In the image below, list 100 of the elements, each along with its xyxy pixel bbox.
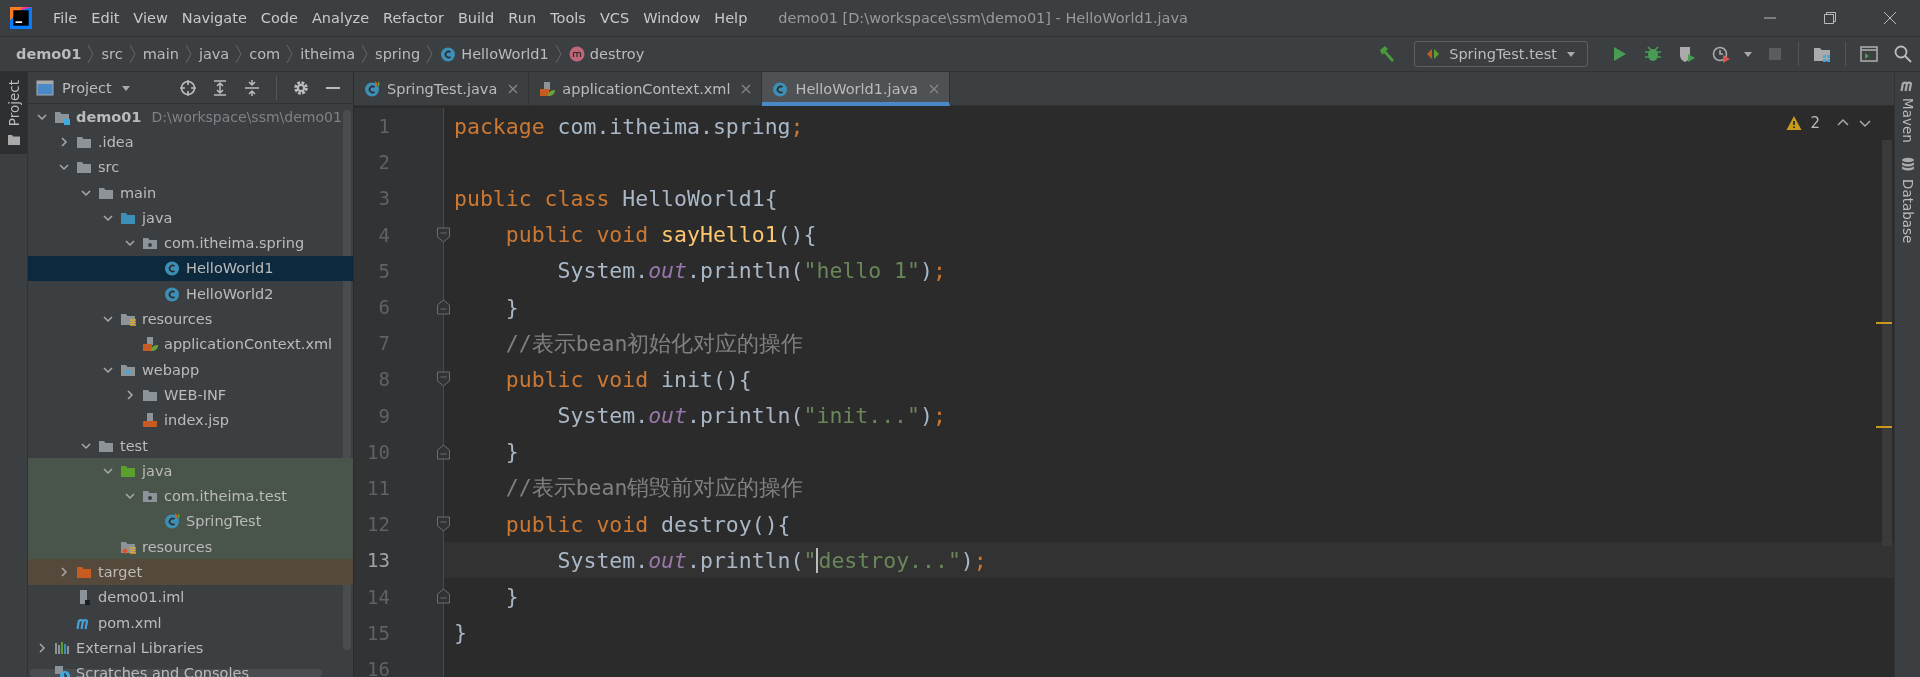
fold-icon[interactable]: [436, 226, 451, 243]
tree-item[interactable]: java: [28, 458, 353, 484]
tree-item[interactable]: .idea: [28, 129, 353, 155]
class-icon: [772, 81, 789, 97]
breadcrumb[interactable]: HelloWorld1: [436, 41, 553, 67]
class-icon: [364, 81, 380, 97]
tool-window-tab[interactable]: Database: [1899, 156, 1916, 244]
tree-item[interactable]: HelloWorld2: [28, 281, 353, 307]
tool-window-tab[interactable]: Project: [0, 72, 27, 155]
tree-item[interactable]: resources: [28, 534, 353, 560]
menu-item[interactable]: File: [46, 4, 85, 32]
tree-item[interactable]: target: [28, 559, 353, 585]
tree-item[interactable]: resources: [28, 306, 353, 332]
menu-item[interactable]: Window: [636, 4, 708, 32]
menu-item[interactable]: Build: [450, 4, 502, 32]
warning-icon[interactable]: [1786, 115, 1803, 131]
breadcrumb[interactable]: java: [194, 41, 234, 67]
menu-item[interactable]: View: [126, 4, 175, 32]
breadcrumb[interactable]: itheima: [296, 41, 360, 67]
code-line: }: [504, 294, 519, 320]
tree-item[interactable]: applicationContext.xml: [28, 331, 353, 357]
close-icon[interactable]: [508, 84, 519, 94]
menu-item[interactable]: Tools: [543, 4, 593, 32]
menu-item[interactable]: Code: [253, 4, 305, 32]
path-hint: D:\workspace\ssm\demo01: [151, 108, 342, 125]
xml-file-icon: [142, 336, 158, 353]
fold-icon[interactable]: [436, 443, 451, 460]
tool-window-tab[interactable]: Maven: [1899, 78, 1916, 143]
breadcrumb[interactable]: src: [97, 41, 127, 67]
scrollbar[interactable]: [1882, 140, 1892, 546]
close-icon[interactable]: [741, 84, 752, 94]
tree-item[interactable]: com.itheima.spring: [28, 230, 353, 256]
code-comment: //表示bean初始化对应的操作: [504, 329, 804, 358]
tree-item[interactable]: demo01 D:\workspace\ssm\demo01: [28, 104, 353, 130]
breadcrumb[interactable]: destroy: [564, 41, 649, 67]
run-configuration-dropdown[interactable]: SpringTest.test: [1414, 41, 1588, 67]
app-logo-icon: [10, 7, 32, 29]
test-config-icon: [1425, 46, 1442, 62]
menu-item[interactable]: Run: [501, 4, 544, 32]
editor-tab[interactable]: SpringTest.java: [354, 72, 530, 106]
window-play-icon: [1859, 44, 1879, 64]
warning-marker[interactable]: [1876, 426, 1892, 428]
chevron-right-icon[interactable]: [36, 641, 48, 654]
tree-item[interactable]: test: [28, 432, 353, 459]
code-line: package com.itheima.spring;: [454, 113, 804, 139]
chevron-right-icon[interactable]: [58, 135, 70, 148]
warning-count[interactable]: 2: [1810, 114, 1820, 132]
search-icon: [1893, 44, 1913, 64]
chevron-right-icon[interactable]: [124, 388, 136, 401]
tree-item[interactable]: webapp: [28, 356, 353, 383]
crosshair-icon: [179, 78, 197, 97]
tree-item[interactable]: demo01.iml: [28, 584, 353, 610]
warning-marker[interactable]: [1876, 322, 1892, 324]
xml-file-icon: [539, 81, 556, 97]
shield-play-icon: [1677, 44, 1697, 64]
class-icon: [164, 513, 180, 530]
tree-item[interactable]: src: [28, 154, 353, 180]
tree-item[interactable]: External Libraries: [28, 635, 353, 661]
fold-icon[interactable]: [436, 371, 451, 388]
tree-item[interactable]: java: [28, 205, 353, 231]
tree-item[interactable]: SpringTest: [28, 508, 353, 535]
chevron-icon: [235, 44, 244, 64]
fold-icon[interactable]: [436, 516, 451, 533]
scrollbar[interactable]: [30, 669, 322, 677]
line-number: 13: [366, 549, 390, 572]
fold-icon[interactable]: [436, 298, 451, 315]
menu-item[interactable]: VCS: [592, 4, 637, 32]
folder-icon: [6, 134, 21, 147]
tree-item[interactable]: main: [28, 179, 353, 206]
fold-icon[interactable]: [436, 588, 451, 605]
collapse-icon: [243, 78, 261, 97]
code-line: }: [504, 439, 519, 465]
code-line: System.out.println("destroy...");: [556, 547, 987, 573]
menu-item[interactable]: Help: [707, 4, 755, 32]
menu-item[interactable]: Edit: [84, 4, 127, 32]
editor-tab[interactable]: HelloWorld1.java: [762, 72, 950, 106]
menu-item[interactable]: Analyze: [304, 4, 377, 32]
breadcrumb[interactable]: spring: [371, 41, 425, 67]
tree-item[interactable]: pom.xml: [28, 609, 353, 636]
gear-icon: [292, 78, 310, 97]
code-line: System.out.println("init...");: [556, 403, 946, 429]
chevron-down-icon[interactable]: [102, 313, 114, 325]
code-line: public void init(){: [504, 366, 752, 392]
breadcrumb[interactable]: com: [245, 41, 285, 67]
tree-item[interactable]: com.itheima.test: [28, 483, 353, 509]
view-selector[interactable]: Project: [36, 79, 132, 96]
close-icon[interactable]: [929, 84, 939, 94]
menu-item[interactable]: Refactor: [376, 4, 451, 32]
code-line: }: [454, 620, 467, 646]
tree-item[interactable]: HelloWorld1: [28, 255, 353, 282]
code-line: }: [504, 584, 519, 610]
breadcrumb[interactable]: main: [138, 41, 183, 67]
folder-icon: [120, 311, 136, 327]
chevron-right-icon[interactable]: [58, 566, 70, 578]
tree-item[interactable]: WEB-INF: [28, 382, 353, 408]
window-title: demo01 [D:\workspace\ssm\demo01] - HelloWorld1.java: [778, 10, 1188, 26]
menu-item[interactable]: Navigate: [174, 4, 254, 32]
breadcrumb[interactable]: demo01: [12, 41, 86, 67]
database-icon: [1900, 156, 1915, 173]
tree-item[interactable]: index.jsp: [28, 407, 353, 433]
